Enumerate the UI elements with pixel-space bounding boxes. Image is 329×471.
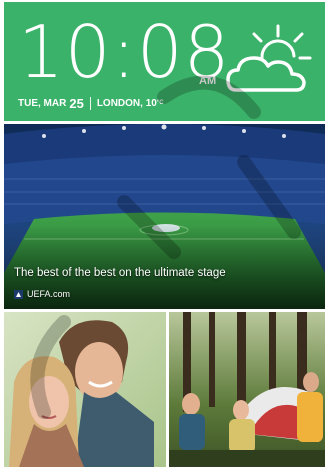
- date-day: 25: [69, 95, 84, 111]
- partly-cloudy-icon[interactable]: [226, 22, 316, 98]
- news-source[interactable]: UEFA.com: [14, 289, 70, 299]
- city-temperature: LONDON, 10: [96, 97, 157, 109]
- stadium-image: [4, 124, 325, 309]
- temperature-unit: °C: [156, 100, 164, 106]
- couple-photo: [4, 312, 166, 467]
- photo-tile-camping[interactable]: [169, 312, 325, 467]
- news-headline[interactable]: The best of the best on the ultimate sta…: [14, 267, 314, 279]
- divider: [89, 96, 91, 110]
- home-screen: 10:08 AM TUE, MAR 25 LONDON, 10 °C The b…: [4, 2, 325, 467]
- clock-ampm: AM: [199, 75, 217, 87]
- photo-tile-couple[interactable]: [4, 312, 166, 467]
- source-logo-icon: [14, 289, 23, 299]
- clock-weather-widget[interactable]: 10:08 AM TUE, MAR 25 LONDON, 10 °C: [4, 2, 325, 121]
- date-location-row: TUE, MAR 25 LONDON, 10 °C: [18, 95, 164, 111]
- news-source-name: UEFA.com: [27, 289, 71, 299]
- date-weekday-month: TUE, MAR: [18, 97, 67, 109]
- camping-photo: [169, 312, 325, 467]
- news-card[interactable]: [4, 124, 325, 309]
